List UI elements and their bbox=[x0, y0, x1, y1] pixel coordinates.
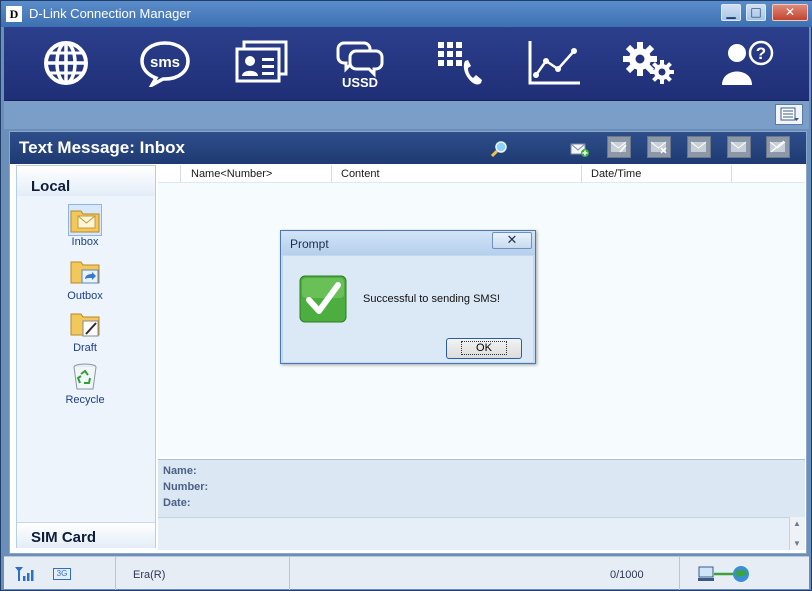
title-bar[interactable]: D D-Link Connection Manager ▁ □ ✕ bbox=[1, 1, 812, 27]
maximize-button[interactable]: □ bbox=[746, 4, 766, 21]
move-button[interactable] bbox=[766, 136, 790, 158]
status-signal-cell: 3G bbox=[4, 557, 116, 590]
sidebar-item-recycle[interactable]: Recycle bbox=[55, 362, 115, 406]
prompt-dialog: Prompt ✕ Successful to sending SMS! OK bbox=[280, 230, 536, 364]
dialog-title-bar[interactable]: Prompt ✕ bbox=[281, 231, 535, 255]
toolbar-settings-button[interactable] bbox=[610, 39, 690, 91]
table-header: Name<Number> Content Date/Time bbox=[158, 165, 805, 183]
vertical-scrollbar[interactable]: ▲ ▼ bbox=[789, 517, 805, 550]
sidebar-item-label: Outbox bbox=[67, 290, 103, 302]
dialog-message: Successful to sending SMS! bbox=[363, 293, 500, 305]
panel-header: Text Message: Inbox bbox=[10, 132, 806, 164]
outbox-folder-icon bbox=[68, 258, 102, 290]
toolbar-call-button[interactable] bbox=[420, 39, 500, 91]
reply-envelope-icon bbox=[610, 141, 627, 153]
ok-button[interactable]: OK bbox=[446, 338, 522, 359]
close-window-button[interactable]: ✕ bbox=[772, 4, 808, 21]
ok-button-label: OK bbox=[461, 341, 507, 355]
detail-name-label: Name: bbox=[163, 465, 197, 477]
toolbar-internet-button[interactable] bbox=[26, 39, 106, 91]
scroll-down-icon[interactable]: ▼ bbox=[793, 539, 801, 548]
phone-keypad-icon bbox=[438, 42, 482, 85]
column-header-name[interactable]: Name<Number> bbox=[191, 168, 272, 180]
toolbar-help-button[interactable]: ? bbox=[707, 39, 787, 91]
sidebar-item-inbox[interactable]: Inbox bbox=[55, 204, 115, 248]
success-check-icon bbox=[299, 275, 347, 323]
toolbar-contacts-button[interactable] bbox=[222, 39, 302, 91]
column-header-datetime[interactable]: Date/Time bbox=[591, 168, 641, 180]
status-sms-cell: 0/1000 bbox=[290, 557, 680, 590]
new-message-icon[interactable] bbox=[570, 140, 590, 158]
column-divider[interactable] bbox=[731, 165, 732, 183]
view-list-icon bbox=[780, 107, 799, 121]
sidebar-item-draft[interactable]: Draft bbox=[55, 310, 115, 354]
globe-icon bbox=[44, 41, 88, 85]
message-detail-pane: Name: Number: Date: ▲ ▼ bbox=[158, 459, 805, 550]
forward-envelope-icon bbox=[690, 141, 707, 152]
ussd-icon-text: USSD bbox=[342, 75, 378, 89]
recycle-bin-icon bbox=[68, 362, 102, 394]
sidebar-item-outbox[interactable]: Outbox bbox=[55, 258, 115, 302]
inbox-folder-icon bbox=[68, 204, 102, 236]
move-envelope-icon bbox=[769, 140, 786, 153]
dialog-title: Prompt bbox=[290, 237, 329, 251]
status-operator-cell: Era(R) bbox=[116, 557, 290, 590]
detail-date-label: Date: bbox=[163, 497, 191, 509]
search-icon[interactable] bbox=[490, 140, 508, 158]
app-window: D D-Link Connection Manager ▁ □ ✕ sms US… bbox=[0, 0, 812, 591]
sim-card-section-title: SIM Card bbox=[31, 529, 97, 546]
sms-bubble-icon: sms bbox=[140, 41, 190, 87]
toolbar-ussd-button[interactable]: USSD bbox=[320, 39, 400, 91]
toolbar-sms-button[interactable]: sms bbox=[125, 39, 205, 91]
main-toolbar: sms USSD ? bbox=[4, 27, 809, 101]
svg-text:?: ? bbox=[756, 44, 766, 63]
dialog-close-button[interactable]: ✕ bbox=[492, 232, 532, 249]
local-section-title: Local bbox=[31, 178, 71, 195]
draft-folder-icon bbox=[68, 310, 102, 342]
detail-number-label: Number: bbox=[163, 481, 209, 493]
column-divider[interactable] bbox=[331, 165, 332, 183]
reply-button[interactable] bbox=[607, 136, 631, 158]
local-section-header[interactable]: Local bbox=[17, 166, 155, 196]
sms-icon-text: sms bbox=[150, 54, 180, 71]
save-button[interactable] bbox=[727, 136, 751, 158]
sms-storage-count: 0/1000 bbox=[610, 569, 644, 581]
network-type-badge: 3G bbox=[53, 568, 71, 580]
operator-name: Era(R) bbox=[133, 569, 166, 581]
page-title: Text Message: Inbox bbox=[19, 138, 185, 157]
scroll-up-icon[interactable]: ▲ bbox=[793, 519, 801, 528]
minimize-button[interactable]: ▁ bbox=[721, 4, 741, 21]
folder-sidebar: Local Inbox Outbox Draft Recycle SIM Car… bbox=[16, 165, 156, 548]
sidebar-item-label: Inbox bbox=[71, 236, 99, 248]
sidebar-item-label: Draft bbox=[73, 342, 97, 354]
connection-status-icon bbox=[698, 566, 749, 582]
view-toggle-button[interactable] bbox=[775, 104, 803, 125]
dialog-body: Successful to sending SMS! OK bbox=[283, 256, 533, 362]
column-divider[interactable] bbox=[581, 165, 582, 183]
user-help-icon: ? bbox=[722, 40, 774, 85]
dlink-logo-icon: D bbox=[6, 6, 22, 22]
ussd-icon: USSD bbox=[336, 41, 384, 89]
delete-envelope-icon bbox=[650, 141, 667, 154]
sidebar-item-label: Recycle bbox=[65, 394, 105, 406]
line-chart-icon bbox=[528, 41, 580, 85]
signal-strength-icon bbox=[15, 567, 34, 581]
message-body-area[interactable] bbox=[158, 517, 805, 550]
secondary-bar bbox=[4, 101, 809, 129]
column-header-content[interactable]: Content bbox=[341, 168, 380, 180]
sim-card-section-header[interactable]: SIM Card bbox=[17, 522, 155, 548]
window-title: D-Link Connection Manager bbox=[29, 6, 191, 21]
status-bar: 3G Era(R) 0/1000 bbox=[4, 556, 809, 590]
save-envelope-icon bbox=[730, 141, 747, 152]
toolbar-statistics-button[interactable] bbox=[514, 39, 594, 91]
gears-icon bbox=[623, 42, 674, 84]
column-divider bbox=[180, 165, 181, 183]
forward-button[interactable] bbox=[687, 136, 711, 158]
delete-button[interactable] bbox=[647, 136, 671, 158]
contact-card-icon bbox=[235, 40, 288, 83]
